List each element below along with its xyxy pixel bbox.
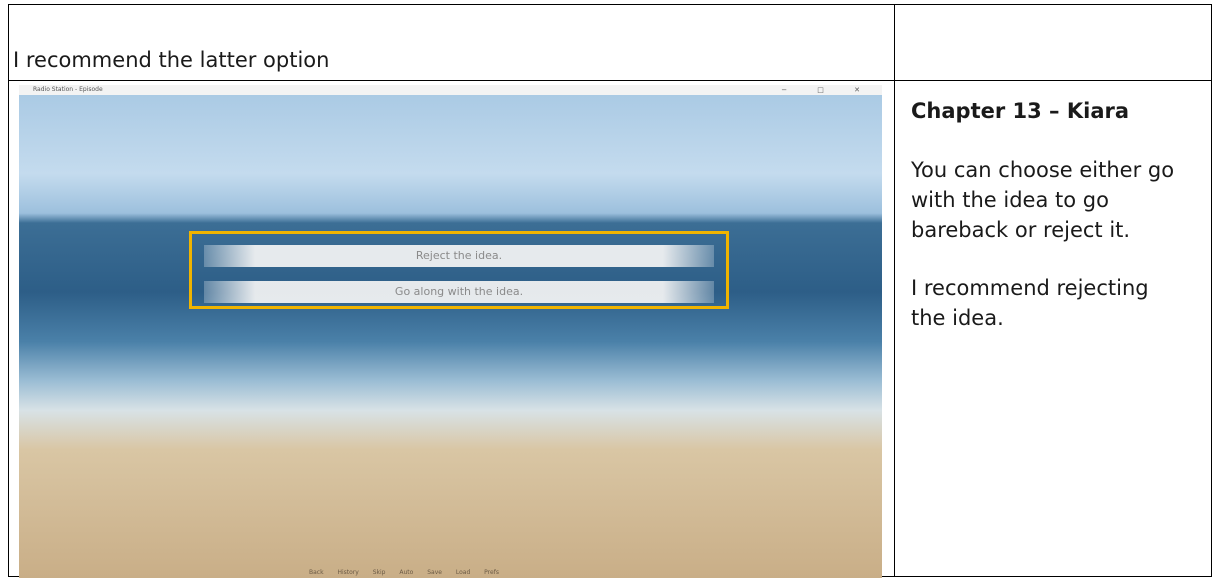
window-title: Radio Station - Episode — [33, 86, 103, 93]
notes-paragraph-1: You can choose either go with the idea t… — [911, 158, 1175, 242]
empty-cell — [894, 4, 1212, 81]
caption-cell: I recommend the latter option — [8, 4, 895, 81]
window-titlebar: Radio Station - Episode − □ ✕ — [19, 85, 882, 95]
screenshot-cell: Radio Station - Episode − □ ✕ Reject the… — [8, 80, 895, 578]
notes-paragraph-2: I recommend rejecting the idea. — [911, 276, 1149, 330]
window-controls[interactable]: − □ ✕ — [781, 85, 874, 95]
walkthrough-table: I recommend the latter option Radio Stat… — [8, 4, 1212, 578]
caption-text: I recommend the latter option — [13, 48, 330, 72]
choice-go-along-button[interactable]: Go along with the idea. — [204, 281, 714, 303]
choice-reject-button[interactable]: Reject the idea. — [204, 245, 714, 267]
game-screenshot: Radio Station - Episode − □ ✕ Reject the… — [19, 85, 882, 578]
chapter-title: Chapter 13 – Kiara — [911, 99, 1130, 123]
notes-cell: Chapter 13 – Kiara You can choose either… — [894, 80, 1212, 577]
quick-menu[interactable]: Back History Skip Auto Save Load Prefs — [309, 569, 499, 576]
